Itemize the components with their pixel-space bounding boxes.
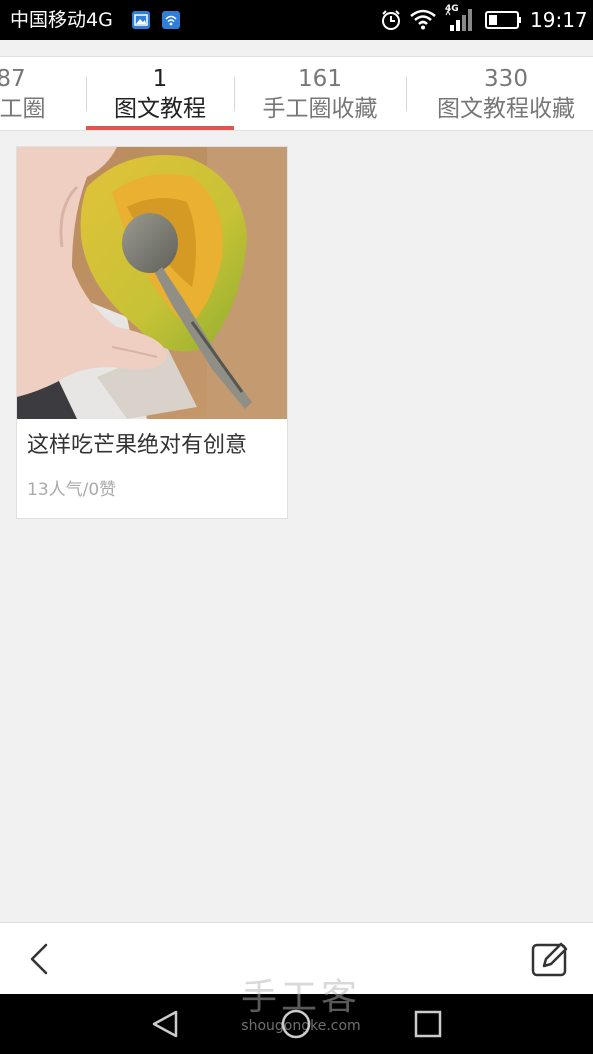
tab-count: 161 xyxy=(298,66,342,92)
tab-label: 图文教程收藏 xyxy=(437,96,575,122)
edit-button[interactable] xyxy=(528,939,572,979)
edit-icon xyxy=(531,942,568,977)
mango-photo[interactable] xyxy=(17,147,287,419)
system-navigation-bar xyxy=(0,994,593,1054)
nav-home-icon[interactable] xyxy=(280,1008,312,1044)
bottom-toolbar xyxy=(0,922,593,995)
carrier-label: 中国移动4G xyxy=(10,9,113,31)
wifi-share-notification-icon xyxy=(162,11,180,29)
status-bar: 中国移动4G 4G 19:17 xyxy=(0,0,593,40)
tab-label: 手工圈 xyxy=(0,96,46,122)
tutorial-stats: 13人气/0赞 xyxy=(27,480,117,500)
tutorial-title[interactable]: 这样吃芒果绝对有创意 xyxy=(27,431,247,461)
tab-count: 330 xyxy=(484,66,528,92)
nav-back-icon[interactable] xyxy=(150,1008,182,1044)
tutorial-card[interactable]: 这样吃芒果绝对有创意 13人气/0赞 xyxy=(16,146,288,519)
cellular-signal-icon xyxy=(444,5,476,45)
tab-handcraft-circle[interactable]: 87 手工圈 xyxy=(0,57,84,130)
tab-tutorial-favorites[interactable]: 330 图文教程收藏 xyxy=(407,57,593,130)
back-button[interactable] xyxy=(20,939,60,979)
tab-circle-favorites[interactable]: 161 手工圈收藏 xyxy=(235,57,405,130)
gallery-notification-icon xyxy=(132,11,150,29)
nav-recent-apps-icon[interactable] xyxy=(412,1008,444,1044)
chevron-left-icon xyxy=(30,943,48,975)
clock: 19:17 xyxy=(530,8,588,32)
tab-count: 1 xyxy=(152,66,168,92)
profile-tabs: 87 手工圈 1 图文教程 161 手工圈收藏 330 图文教程收藏 xyxy=(0,56,593,131)
header-spacer xyxy=(0,40,593,56)
tab-tutorials[interactable]: 1 图文教程 xyxy=(86,57,234,130)
tab-label: 手工圈收藏 xyxy=(262,96,378,122)
active-tab-indicator xyxy=(86,126,234,130)
tab-count: 87 xyxy=(0,66,26,92)
tab-label: 图文教程 xyxy=(114,96,206,122)
